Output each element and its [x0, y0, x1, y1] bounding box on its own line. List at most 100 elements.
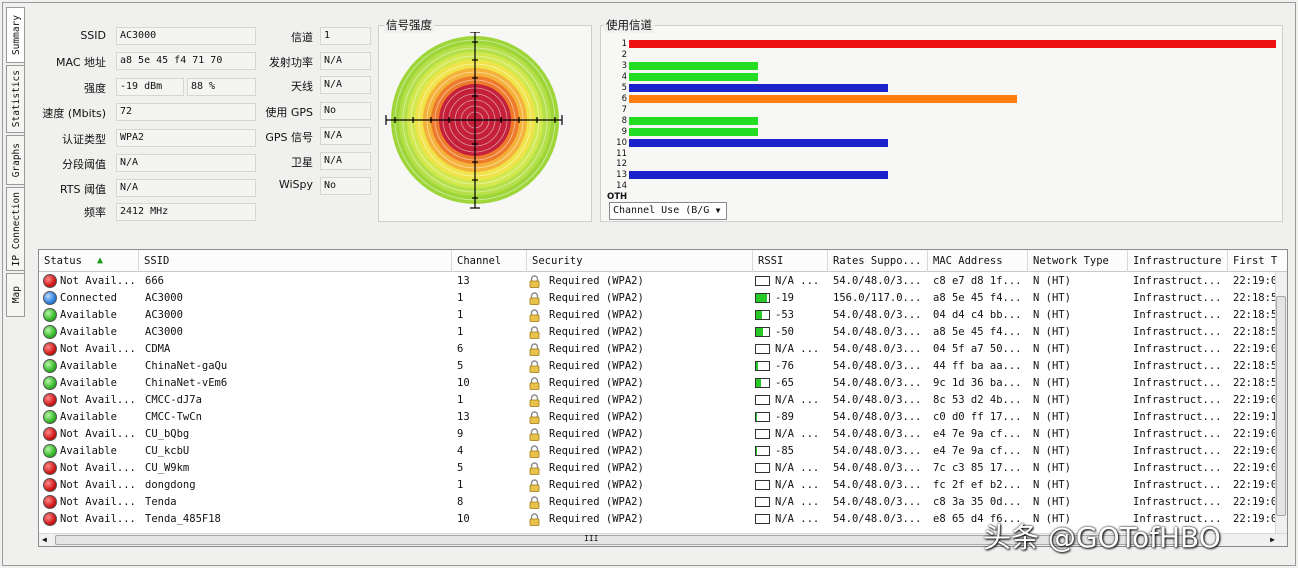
network-type-cell: N (HT) — [1033, 462, 1071, 474]
rssi-bar-fill — [756, 447, 757, 455]
rssi-cell: N/A ... — [775, 428, 820, 440]
status-red-icon — [43, 512, 57, 526]
channel-row: 5 — [607, 83, 1279, 93]
lock-icon — [529, 513, 540, 526]
antenna-value: N/A — [320, 76, 371, 94]
table-row[interactable]: Not Avail... 666 13 Required (WPA2) N/A ... 5… — [39, 273, 1277, 290]
rssi-cell: N/A ... — [775, 496, 820, 508]
rssi-bar — [755, 429, 770, 439]
table-row[interactable]: Not Avail... dongdong 1 Required (WPA2) N/A … — [39, 477, 1277, 494]
column-header-network-type[interactable]: Network Type — [1028, 250, 1128, 272]
status-green-icon — [43, 308, 57, 322]
table-row[interactable]: Connected AC3000 1 Required (WPA2) -19 156.0/… — [39, 290, 1277, 307]
scroll-left-icon[interactable]: ◀ — [42, 534, 47, 546]
channel-tick-label: 12 — [616, 159, 627, 170]
rates-cell: 54.0/48.0/3... — [833, 411, 922, 423]
status-text: Available — [60, 360, 117, 372]
scroll-right-icon[interactable]: ▶ — [1270, 534, 1275, 546]
rssi-bar — [755, 497, 770, 507]
rates-cell: 54.0/48.0/3... — [833, 326, 922, 338]
column-header-security[interactable]: Security — [527, 250, 753, 272]
rssi-bar-fill — [756, 311, 762, 319]
tab-ip-connection[interactable]: IP Connection — [6, 187, 25, 271]
table-row[interactable]: Not Avail... CU_bQbg 9 Required (WPA2) N/A .… — [39, 426, 1277, 443]
table-row[interactable]: Not Avail... Tenda 8 Required (WPA2) N/A ...… — [39, 494, 1277, 511]
infrastructure-cell: Infrastruct... — [1133, 343, 1222, 355]
tab-label: Graphs — [10, 142, 22, 178]
infrastructure-cell: Infrastruct... — [1133, 377, 1222, 389]
channel-tick-label: 4 — [621, 71, 627, 82]
wispy-value: No — [320, 177, 371, 195]
status-red-icon — [43, 461, 57, 475]
chevron-down-icon[interactable]: ▼ — [712, 204, 724, 218]
security-cell: Required (WPA2) — [549, 292, 644, 304]
table-row[interactable]: Available ChinaNet-gaQu 5 Required (WPA2) -7… — [39, 358, 1277, 375]
column-header-rates[interactable]: Rates Suppo... — [828, 250, 928, 272]
column-header-channel[interactable]: Channel — [452, 250, 527, 272]
table-row[interactable]: Available CMCC-TwCn 13 Required (WPA2) -89 54… — [39, 409, 1277, 426]
channel-tick-label: 13 — [616, 170, 627, 181]
status-text: Available — [60, 309, 117, 321]
rssi-bar — [755, 293, 770, 303]
rssi-bar — [755, 344, 770, 354]
status-red-icon — [43, 393, 57, 407]
infrastructure-cell: Infrastruct... — [1133, 479, 1222, 491]
column-header-status[interactable]: Status ▲ — [39, 250, 139, 272]
security-cell: Required (WPA2) — [549, 309, 644, 321]
rssi-cell: -76 — [775, 360, 794, 372]
table-row[interactable]: Available ChinaNet-vEm6 10 Required (WPA2) -… — [39, 375, 1277, 392]
column-header-rssi[interactable]: RSSI — [753, 250, 828, 272]
status-text: Not Avail... — [60, 428, 136, 440]
column-header-ssid[interactable]: SSID — [139, 250, 452, 272]
channel-tick-label: 2 — [621, 49, 627, 60]
vertical-tab-bar: Summary Statistics Graphs IP Connection … — [6, 7, 25, 327]
network-type-cell: N (HT) — [1033, 377, 1071, 389]
column-header-infrastructure[interactable]: Infrastructure — [1128, 250, 1228, 272]
channel-tick-label: 1 — [621, 39, 627, 49]
mac-cell: a8 5e 45 f4... — [933, 292, 1022, 304]
watermark: 头条 @GOTofHBO — [983, 521, 1221, 554]
channel-tick-label: 6 — [621, 93, 627, 104]
channel-bar — [629, 127, 759, 136]
table-row[interactable]: Not Avail... CU_W9km 5 Required (WPA2) N/A .… — [39, 460, 1277, 477]
tab-map[interactable]: Map — [6, 273, 25, 317]
rssi-cell: N/A ... — [775, 275, 820, 287]
network-table: Status ▲ SSID Channel Security RSSI Rates… — [38, 249, 1288, 547]
ssid-cell: CU_kcbU — [145, 445, 190, 457]
vertical-scroll-thumb[interactable] — [1276, 296, 1286, 516]
rates-cell: 54.0/48.0/3... — [833, 445, 922, 457]
table-row[interactable]: Available AC3000 1 Required (WPA2) -53 54.0/4… — [39, 307, 1277, 324]
status-text: Available — [60, 377, 117, 389]
security-cell: Required (WPA2) — [549, 377, 644, 389]
lock-icon — [529, 309, 540, 322]
network-type-cell: N (HT) — [1033, 411, 1071, 423]
column-header-first-time[interactable]: First T — [1228, 250, 1287, 272]
ssid-cell: AC3000 — [145, 309, 183, 321]
strength-label: 强度 — [84, 82, 106, 95]
vertical-scrollbar[interactable] — [1275, 272, 1287, 534]
channel-cell: 1 — [457, 326, 464, 338]
channel-use-title: 使用信道 — [604, 17, 654, 33]
wispy-label: WiSpy — [278, 178, 313, 191]
tab-summary[interactable]: Summary — [6, 7, 25, 63]
tab-statistics[interactable]: Statistics — [6, 65, 25, 133]
rssi-bar — [755, 361, 770, 371]
infrastructure-cell: Infrastruct... — [1133, 428, 1222, 440]
channel-label: 信道 — [291, 31, 313, 44]
mac-cell: c0 d0 ff 17... — [933, 411, 1022, 423]
channel-use-select[interactable]: Channel Use (B/G ▼ — [609, 202, 727, 220]
tab-graphs[interactable]: Graphs — [6, 135, 25, 185]
table-row[interactable]: Available CU_kcbU 4 Required (WPA2) -85 54.0/… — [39, 443, 1277, 460]
status-blue-icon — [43, 291, 57, 305]
column-header-mac[interactable]: MAC Address — [928, 250, 1028, 272]
ssid-cell: ChinaNet-gaQu — [145, 360, 228, 372]
mac-value: a8 5e 45 f4 71 70 — [116, 52, 256, 70]
table-row[interactable]: Not Avail... CMCC-dJ7a 1 Required (WPA2) N/A… — [39, 392, 1277, 409]
channel-tick-label: 7 — [621, 104, 627, 115]
status-green-icon — [43, 410, 57, 424]
security-cell: Required (WPA2) — [549, 428, 644, 440]
signal-strength-title: 信号强度 — [384, 17, 434, 33]
channel-row: 6 — [607, 94, 1279, 104]
table-row[interactable]: Available AC3000 1 Required (WPA2) -50 54.0/4… — [39, 324, 1277, 341]
table-row[interactable]: Not Avail... CDMA 6 Required (WPA2) N/A ... 5… — [39, 341, 1277, 358]
